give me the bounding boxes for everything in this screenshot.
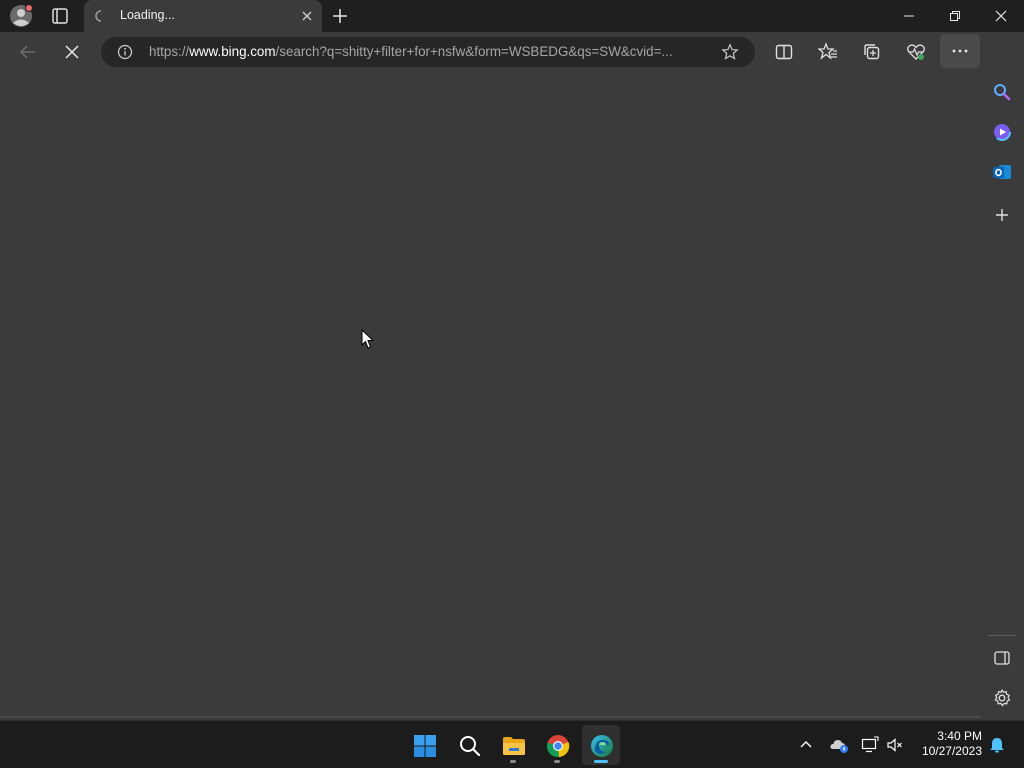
active-indicator (594, 760, 608, 763)
page-content-area[interactable] (0, 72, 981, 718)
network-display-icon[interactable] (861, 736, 879, 754)
volume-muted-icon[interactable] (886, 736, 904, 754)
tab-strip: Loading... (0, 0, 1024, 32)
search-icon[interactable] (992, 82, 1012, 102)
copilot-icon[interactable] (992, 122, 1012, 142)
windows-taskbar: 3:40 PM 10/27/2023 (0, 720, 1024, 768)
tab-title: Loading... (120, 8, 175, 22)
running-indicator (554, 760, 560, 763)
sidebar-divider (988, 635, 1016, 636)
mouse-cursor-icon (361, 329, 375, 349)
tab-close-icon[interactable] (300, 9, 314, 23)
more-options-button[interactable] (940, 34, 980, 68)
file-explorer-button[interactable] (494, 725, 532, 765)
browser-essentials-icon[interactable] (906, 42, 926, 62)
windows-logo-icon (414, 735, 436, 757)
notification-bell-icon[interactable] (988, 736, 1006, 754)
edge-sidebar (981, 32, 1024, 718)
chrome-icon (546, 735, 570, 758)
url-path: /search?q=shitty+filter+for+nsfw&form=WS… (275, 44, 673, 59)
chrome-button[interactable] (538, 725, 576, 765)
url-text[interactable]: https://www.bing.com/search?q=shitty+fil… (149, 44, 711, 59)
close-window-button[interactable] (978, 0, 1024, 32)
start-button[interactable] (405, 725, 443, 765)
restore-button[interactable] (932, 0, 978, 32)
loading-spinner-icon (94, 9, 108, 23)
edge-icon (591, 735, 613, 757)
add-icon[interactable] (992, 205, 1012, 225)
split-screen-icon[interactable] (774, 42, 794, 62)
onedrive-cloud-icon[interactable] (829, 736, 848, 754)
hide-sidebar-icon[interactable] (992, 648, 1012, 668)
minimize-button[interactable] (886, 0, 932, 32)
stop-loading-icon[interactable] (62, 42, 82, 62)
search-icon (460, 736, 481, 757)
running-indicator (510, 760, 516, 763)
horizontal-divider (0, 716, 981, 718)
show-hidden-icons-chevron-icon[interactable] (797, 736, 815, 754)
collections-icon[interactable] (862, 42, 882, 62)
url-prefix: https:// (149, 44, 190, 59)
site-info-icon[interactable] (117, 44, 133, 60)
more-options-icon (952, 49, 968, 53)
tab-actions-icon[interactable] (48, 6, 72, 26)
new-tab-button[interactable] (331, 7, 349, 25)
add-favorite-star-icon[interactable] (721, 43, 739, 61)
clock-date: 10/27/2023 (921, 744, 982, 758)
system-clock[interactable]: 3:40 PM 10/27/2023 (912, 729, 982, 759)
back-arrow-icon[interactable] (18, 42, 38, 62)
clock-time: 3:40 PM (937, 729, 982, 743)
url-host: www.bing.com (189, 44, 276, 59)
edge-button[interactable] (582, 725, 620, 765)
folder-icon (503, 737, 525, 755)
outlook-icon[interactable] (992, 162, 1012, 182)
settings-icon[interactable] (992, 688, 1012, 708)
taskbar-search-button[interactable] (450, 725, 488, 765)
address-bar[interactable]: https://www.bing.com/search?q=shitty+fil… (101, 37, 755, 67)
profile-avatar-icon[interactable] (9, 4, 33, 28)
favorites-icon[interactable] (817, 42, 838, 62)
tab-active[interactable]: Loading... (84, 0, 322, 32)
